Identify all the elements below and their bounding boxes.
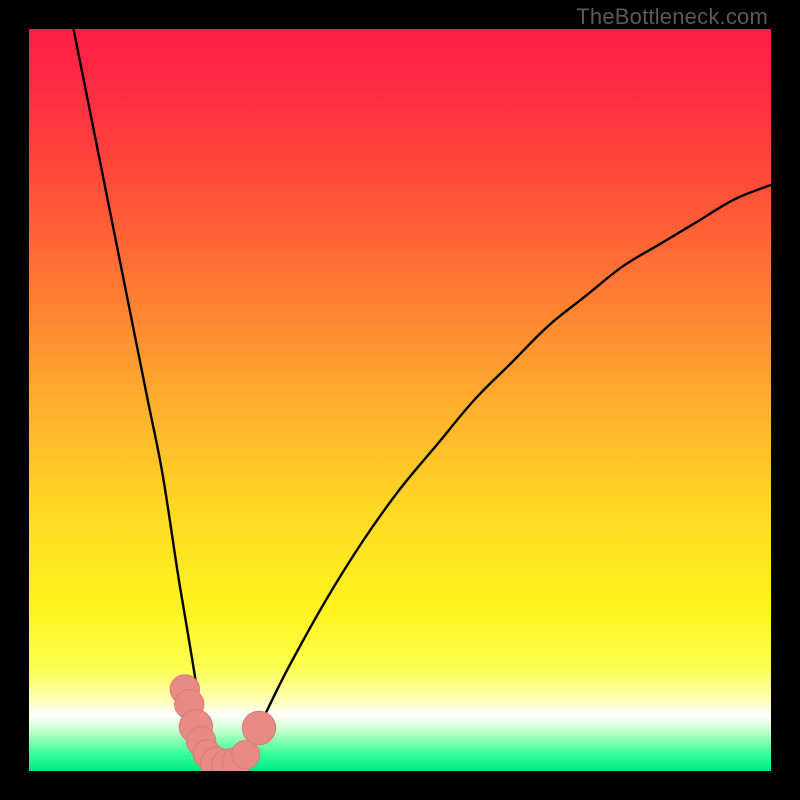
data-marker — [242, 711, 275, 744]
outer-frame: TheBottleneck.com — [0, 0, 800, 800]
data-markers — [170, 675, 276, 771]
plot-area — [29, 29, 771, 771]
bottleneck-curve — [74, 29, 771, 768]
chart-svg — [29, 29, 771, 771]
watermark-text: TheBottleneck.com — [576, 4, 768, 30]
data-marker — [232, 741, 260, 769]
